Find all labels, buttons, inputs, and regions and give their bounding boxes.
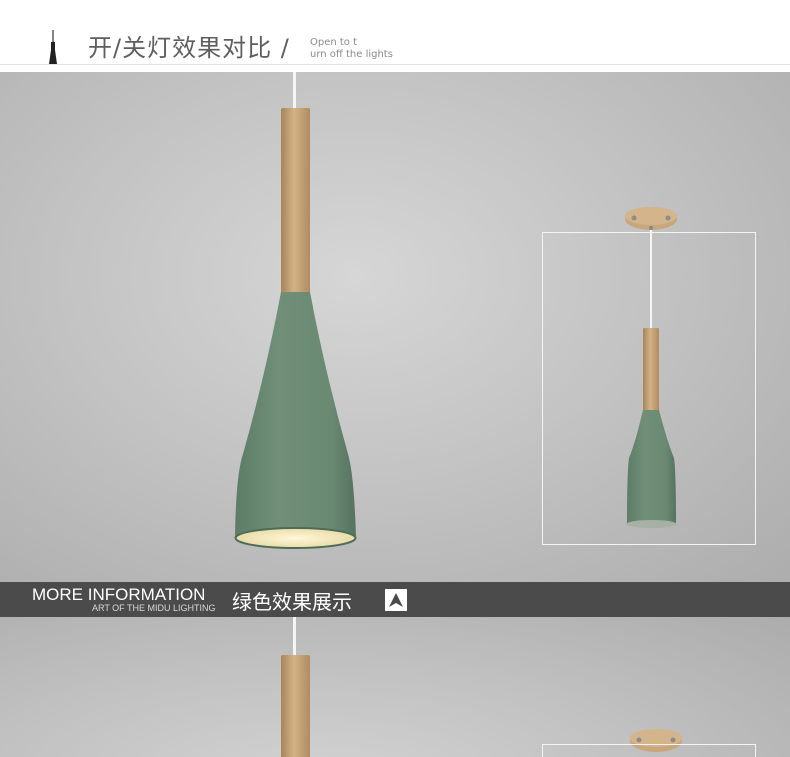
subtitle-line-2: urn off the lights (310, 49, 393, 60)
lamp-wood-neck (281, 108, 310, 294)
header: 开/关灯效果对比 / Open to t urn off the lights (0, 0, 790, 72)
product-photo-main (0, 72, 790, 582)
lamp-glow (234, 527, 357, 549)
up-arrow-icon (385, 589, 407, 611)
product-photo-secondary (0, 617, 790, 757)
lamp-shade (235, 292, 356, 537)
lamp-wood-neck (281, 655, 310, 757)
inset-frame (542, 232, 756, 545)
page-title: 开/关灯效果对比 / (88, 34, 290, 62)
lamp-cord (293, 72, 296, 112)
lamp-cord (293, 617, 296, 659)
subtitle-line-1: Open to t (310, 37, 358, 48)
inset-frame (542, 744, 756, 757)
info-bar-subtitle: ART OF THE MIDU LIGHTING (92, 603, 216, 613)
info-bar-title: MORE INFORMATION (32, 585, 206, 604)
pendant-lamp-icon (44, 30, 62, 68)
info-bar-chinese-label: 绿色效果展示 (232, 590, 352, 614)
info-bar: MORE INFORMATION ART OF THE MIDU LIGHTIN… (0, 582, 790, 617)
header-divider (0, 64, 790, 65)
page-subtitle: Open to t urn off the lights (310, 37, 420, 61)
